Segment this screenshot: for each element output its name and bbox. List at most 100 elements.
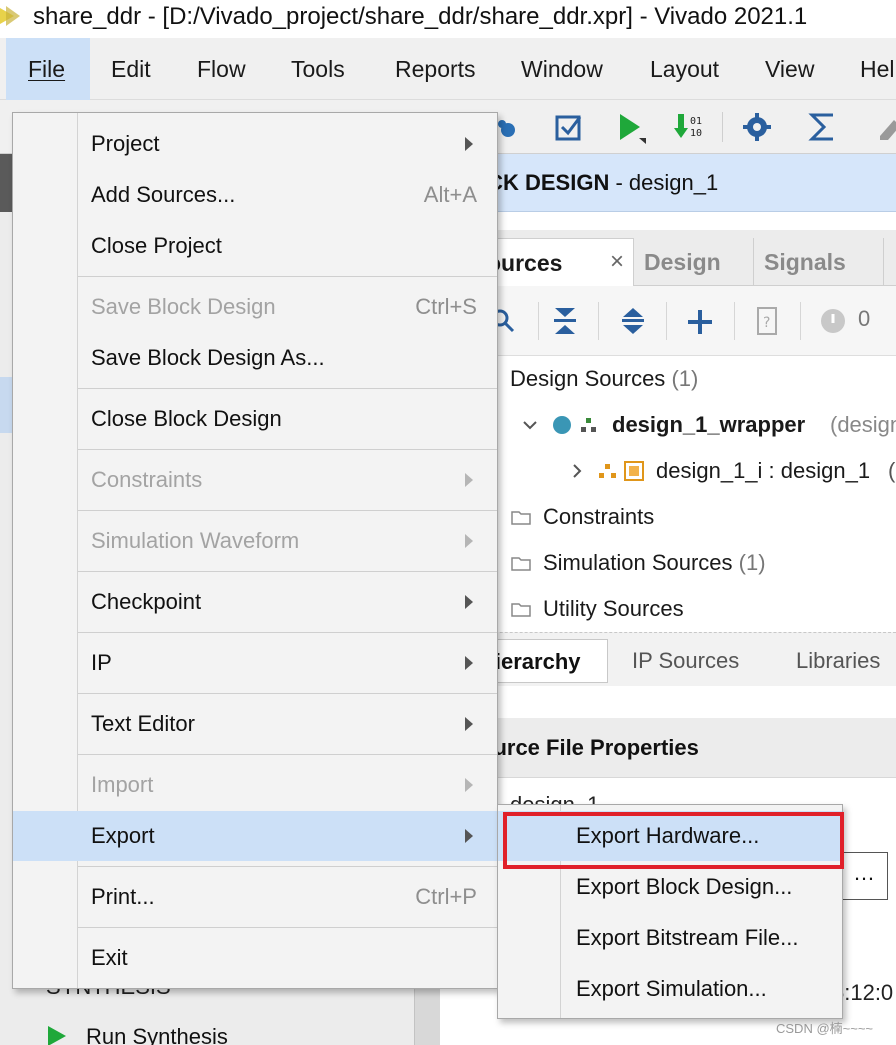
- menu-item-save-block-design[interactable]: Save Block Design Ctrl+S: [13, 282, 497, 332]
- menu-separator: [78, 632, 497, 633]
- folder-icon: [511, 557, 531, 571]
- sources-view-tabs: Hierarchy IP Sources Libraries: [440, 632, 896, 686]
- tab-libraries[interactable]: Libraries: [788, 639, 888, 683]
- menu-flow[interactable]: Flow: [197, 38, 246, 100]
- submenu-arrow-icon: [465, 534, 473, 548]
- menu-item-ip[interactable]: IP: [13, 638, 497, 688]
- window-title: share_ddr - [D:/Vivado_project/share_ddr…: [33, 3, 808, 30]
- close-icon[interactable]: ×: [610, 238, 624, 286]
- menu-item-project[interactable]: Project: [13, 119, 497, 169]
- menu-edit[interactable]: Edit: [111, 38, 151, 100]
- submenu-arrow-icon: [465, 473, 473, 487]
- tab-design[interactable]: Design: [634, 238, 754, 286]
- chevron-down-icon[interactable]: [522, 417, 538, 433]
- block-design-icon: [624, 461, 644, 481]
- menu-item-checkpoint[interactable]: Checkpoint: [13, 577, 497, 627]
- menu-separator: [78, 571, 497, 572]
- chevron-right-icon[interactable]: [570, 463, 584, 479]
- menu-file[interactable]: File: [6, 38, 90, 100]
- eraser-icon[interactable]: [870, 110, 896, 144]
- block-design-header: OCK DESIGN - design_1: [440, 154, 896, 212]
- run-icon[interactable]: [613, 110, 647, 144]
- toolbar-separator: [598, 302, 599, 340]
- svg-text:10: 10: [690, 128, 702, 139]
- tree-item-constraints[interactable]: Constraints: [511, 495, 654, 539]
- expand-all-icon[interactable]: [620, 306, 646, 336]
- block-hierarchy-icon: [599, 464, 616, 478]
- run-synthesis-icon: [48, 1026, 66, 1045]
- toolbar-separator: [800, 302, 801, 340]
- submenu-arrow-icon: [465, 778, 473, 792]
- menu-layout[interactable]: Layout: [650, 38, 719, 100]
- svg-text:01: 01: [690, 116, 702, 127]
- menu-item-close-project[interactable]: Close Project: [13, 221, 497, 271]
- tab-signals[interactable]: Signals: [754, 238, 884, 286]
- toolbar-separator: [722, 112, 723, 142]
- menu-item-text-editor[interactable]: Text Editor: [13, 699, 497, 749]
- add-sources-icon[interactable]: [686, 308, 714, 336]
- warning-count: 0: [858, 306, 871, 331]
- panel-header-strip: [0, 154, 12, 212]
- file-menu-dropdown: Project Add Sources... Alt+A Close Projec…: [12, 112, 498, 989]
- toolbar-separator: [538, 302, 539, 340]
- sources-toolbar: ? 0: [440, 286, 896, 356]
- submenu-arrow-icon: [465, 137, 473, 151]
- menu-view[interactable]: View: [765, 38, 814, 100]
- submenu-arrow-icon: [465, 656, 473, 670]
- menu-separator: [78, 927, 497, 928]
- submenu-arrow-icon: [465, 595, 473, 609]
- tree-item-simulation-sources[interactable]: Simulation Sources (1): [511, 541, 766, 585]
- settings-gear-icon[interactable]: [740, 110, 774, 144]
- menu-reports[interactable]: Reports: [395, 38, 476, 100]
- menu-separator: [78, 693, 497, 694]
- folder-icon: [511, 603, 531, 617]
- submenu-arrow-icon: [465, 717, 473, 731]
- watermark: CSDN @楠~~~~: [776, 1021, 874, 1036]
- menu-item-close-block-design[interactable]: Close Block Design: [13, 394, 497, 444]
- menu-window[interactable]: Window: [521, 38, 603, 100]
- menu-help[interactable]: Hel: [860, 38, 895, 100]
- tree-item-design-sources[interactable]: Design Sources (1): [478, 357, 698, 401]
- top-module-dot-icon: [553, 416, 571, 434]
- source-file-properties-header: ource File Properties: [440, 718, 896, 778]
- warning-count-icon: [821, 309, 845, 333]
- menu-item-export-simulation[interactable]: Export Simulation...: [498, 964, 842, 1014]
- collapse-all-icon[interactable]: [552, 306, 578, 336]
- menu-item-add-sources[interactable]: Add Sources... Alt+A: [13, 170, 497, 220]
- menu-separator: [78, 388, 497, 389]
- hierarchy-icon: [581, 418, 596, 432]
- toolbar-separator: [734, 302, 735, 340]
- menu-item-print[interactable]: Print... Ctrl+P: [13, 872, 497, 922]
- browse-ellipsis-button[interactable]: …: [840, 852, 888, 900]
- menu-bar: File Edit Flow Tools Reports Window Layo…: [0, 38, 896, 100]
- menu-item-simulation-waveform[interactable]: Simulation Waveform: [13, 516, 497, 566]
- tab-ip-sources[interactable]: IP Sources: [624, 639, 747, 683]
- menu-separator: [78, 449, 497, 450]
- menu-item-export[interactable]: Export: [13, 811, 497, 861]
- menu-item-export-block-design[interactable]: Export Block Design...: [498, 862, 842, 912]
- bitstream-icon[interactable]: 01 10: [672, 110, 706, 144]
- menu-tools[interactable]: Tools: [291, 38, 345, 100]
- folder-icon: [511, 511, 531, 525]
- sources-tab-bar: ources × Design Signals: [440, 230, 896, 286]
- menu-separator: [78, 866, 497, 867]
- run-synthesis-link[interactable]: Run Synthesis: [86, 1024, 228, 1045]
- properties-icon[interactable]: ?: [756, 306, 778, 336]
- highlight-annotation-box: [503, 812, 844, 869]
- menu-item-export-bitstream-file[interactable]: Export Bitstream File...: [498, 913, 842, 963]
- vivado-logo-icon: [0, 6, 20, 26]
- menu-item-save-block-design-as[interactable]: Save Block Design As...: [13, 333, 497, 383]
- selected-row-strip: [0, 377, 12, 433]
- svg-text:?: ?: [763, 315, 770, 331]
- menu-separator: [78, 510, 497, 511]
- tree-item-utility-sources[interactable]: Utility Sources: [511, 587, 684, 631]
- menu-separator: [78, 754, 497, 755]
- title-bar: share_ddr - [D:/Vivado_project/share_ddr…: [0, 0, 896, 38]
- checkbox-icon[interactable]: [552, 110, 586, 144]
- sigma-icon[interactable]: [806, 110, 840, 144]
- submenu-arrow-icon: [465, 829, 473, 843]
- menu-item-exit[interactable]: Exit: [13, 933, 497, 983]
- menu-item-import[interactable]: Import: [13, 760, 497, 810]
- toolbar-separator: [666, 302, 667, 340]
- menu-item-constraints[interactable]: Constraints: [13, 455, 497, 505]
